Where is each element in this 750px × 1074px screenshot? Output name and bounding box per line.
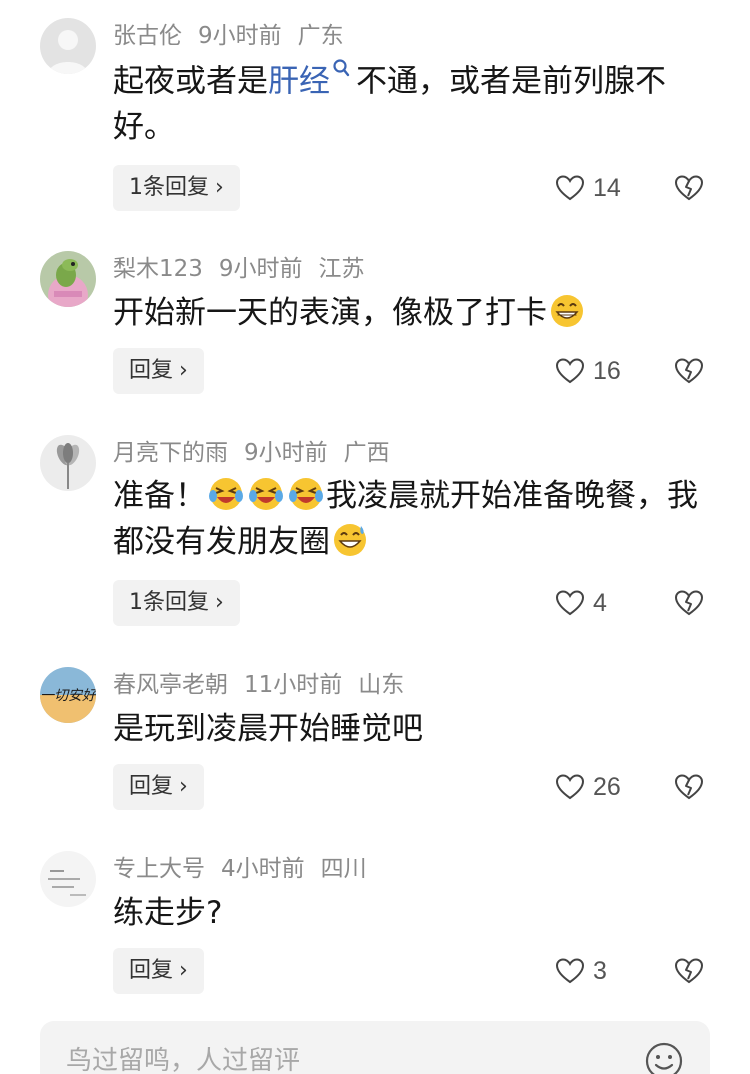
laugh-cry-emoji-icon bbox=[209, 478, 243, 510]
comment-text-part: 练走步? bbox=[113, 895, 223, 931]
avatar[interactable] bbox=[40, 18, 96, 74]
heart-outline-icon bbox=[555, 175, 585, 201]
grin-emoji-icon bbox=[551, 295, 583, 327]
grin-sweat-emoji-icon bbox=[334, 524, 366, 556]
broken-heart-icon bbox=[674, 175, 704, 201]
logo-avatar-icon: 一切安好 bbox=[40, 667, 96, 723]
dislike-button[interactable] bbox=[674, 580, 704, 626]
avatar[interactable] bbox=[40, 435, 96, 491]
avatar[interactable] bbox=[40, 251, 96, 307]
like-button[interactable]: 4 bbox=[555, 580, 607, 626]
timestamp: 9小时前 bbox=[244, 440, 328, 466]
reply-button[interactable]: 回复 › bbox=[113, 348, 204, 394]
search-icon[interactable] bbox=[332, 58, 350, 80]
like-count: 14 bbox=[593, 173, 621, 202]
heart-outline-icon bbox=[555, 358, 585, 384]
like-button[interactable]: 3 bbox=[555, 948, 607, 994]
cartoon-avatar-icon bbox=[40, 251, 96, 307]
comment-meta: 月亮下的雨 9小时前 广西 bbox=[113, 435, 390, 471]
comment-text: 练走步? bbox=[113, 890, 703, 936]
timestamp: 9小时前 bbox=[198, 23, 282, 49]
reply-label: 回复 bbox=[129, 774, 174, 799]
comment-text: 准备！ 我凌晨就开始准备晚餐，我都没有发朋友圈 bbox=[113, 473, 703, 565]
like-button[interactable]: 14 bbox=[555, 165, 621, 211]
username[interactable]: 张古伦 bbox=[113, 23, 182, 49]
dislike-button[interactable] bbox=[674, 348, 704, 394]
text-avatar-icon bbox=[40, 851, 96, 907]
smile-icon[interactable] bbox=[644, 1041, 684, 1074]
comment-meta: 春风亭老朝 11小时前 山东 bbox=[113, 667, 404, 703]
like-count: 16 bbox=[593, 356, 621, 385]
broken-heart-icon bbox=[674, 358, 704, 384]
broken-heart-icon bbox=[674, 774, 704, 800]
location: 江苏 bbox=[318, 256, 365, 282]
dislike-button[interactable] bbox=[674, 764, 704, 810]
username[interactable]: 月亮下的雨 bbox=[113, 440, 228, 466]
dislike-button[interactable] bbox=[674, 165, 704, 211]
timestamp: 11小时前 bbox=[244, 672, 343, 698]
heart-outline-icon bbox=[555, 774, 585, 800]
broken-heart-icon bbox=[674, 590, 704, 616]
broken-heart-icon bbox=[674, 958, 704, 984]
chevron-right-icon: › bbox=[179, 958, 188, 983]
avatar[interactable]: 一切安好 bbox=[40, 667, 96, 723]
reply-button[interactable]: 1条回复 › bbox=[113, 580, 240, 626]
reply-button[interactable]: 回复 › bbox=[113, 764, 204, 810]
comment-meta: 专上大号 4小时前 四川 bbox=[113, 851, 367, 887]
timestamp: 9小时前 bbox=[218, 256, 303, 282]
reply-label: 1条回复 bbox=[129, 590, 209, 615]
location: 广西 bbox=[343, 440, 390, 466]
avatar[interactable] bbox=[40, 851, 96, 907]
comment-text-part: 是玩到凌晨开始睡觉吧 bbox=[113, 711, 423, 747]
chevron-right-icon: › bbox=[179, 774, 188, 799]
comment-input[interactable]: 鸟过留鸣，人过留评 bbox=[40, 1021, 710, 1074]
like-count: 4 bbox=[593, 588, 607, 617]
reply-button[interactable]: 1条回复 › bbox=[113, 165, 240, 211]
comment-text-part: 开始新一天的表演，像极了打卡 bbox=[113, 295, 547, 331]
username[interactable]: 梨木123 bbox=[113, 256, 203, 282]
chevron-right-icon: › bbox=[179, 358, 188, 383]
username[interactable]: 专上大号 bbox=[113, 856, 205, 882]
comment-meta: 张古伦 9小时前 广东 bbox=[113, 18, 344, 54]
like-count: 3 bbox=[593, 956, 607, 985]
comment-text-part: 准备！ bbox=[113, 478, 206, 514]
reply-button[interactable]: 回复 › bbox=[113, 948, 204, 994]
search-link[interactable]: 肝经 bbox=[268, 63, 330, 99]
timestamp: 4小时前 bbox=[221, 856, 305, 882]
like-button[interactable]: 26 bbox=[555, 764, 621, 810]
dislike-button[interactable] bbox=[674, 948, 704, 994]
laugh-cry-emoji-icon bbox=[249, 478, 283, 510]
laugh-cry-emoji-icon bbox=[289, 478, 323, 510]
reply-label: 1条回复 bbox=[129, 175, 209, 200]
heart-outline-icon bbox=[555, 590, 585, 616]
comment-meta: 梨木123 9小时前 江苏 bbox=[113, 251, 365, 287]
chevron-right-icon: › bbox=[215, 175, 224, 200]
reply-label: 回复 bbox=[129, 358, 174, 383]
reply-label: 回复 bbox=[129, 958, 174, 983]
comment-text: 开始新一天的表演，像极了打卡 bbox=[113, 290, 703, 336]
svg-text:一切安好: 一切安好 bbox=[40, 688, 96, 704]
location: 四川 bbox=[320, 856, 367, 882]
comment-input-placeholder: 鸟过留鸣，人过留评 bbox=[66, 1046, 301, 1074]
location: 广东 bbox=[297, 23, 344, 49]
location: 山东 bbox=[358, 672, 405, 698]
flower-avatar-icon bbox=[40, 435, 96, 491]
comment-text: 起夜或者是肝经 不通，或者是前列腺不好。 bbox=[113, 58, 703, 150]
comment-text-part: 起夜或者是 bbox=[113, 63, 268, 100]
default-avatar-icon bbox=[40, 18, 96, 74]
username[interactable]: 春风亭老朝 bbox=[113, 672, 228, 698]
comment-text: 是玩到凌晨开始睡觉吧 bbox=[113, 706, 703, 752]
like-button[interactable]: 16 bbox=[555, 348, 621, 394]
heart-outline-icon bbox=[555, 958, 585, 984]
like-count: 26 bbox=[593, 772, 621, 801]
chevron-right-icon: › bbox=[215, 590, 224, 615]
